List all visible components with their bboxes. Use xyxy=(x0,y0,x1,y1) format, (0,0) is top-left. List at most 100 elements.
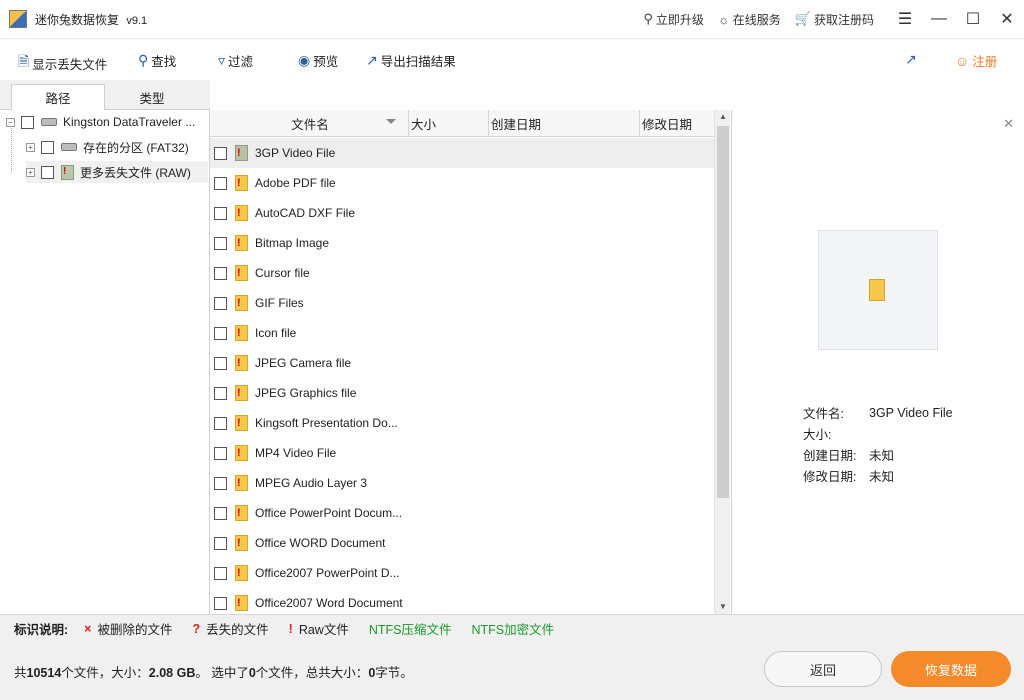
row-checkbox[interactable] xyxy=(214,296,227,310)
column-modified-label: 修改日期 xyxy=(642,118,693,132)
table-row[interactable]: MPEG Audio Layer 3 xyxy=(210,468,714,498)
table-row[interactable]: JPEG Graphics file xyxy=(210,378,714,408)
preview-button[interactable]: ◉ 预览 xyxy=(298,51,338,70)
table-row[interactable]: Icon file xyxy=(210,318,714,348)
file-rows: 3GP Video File Adobe PDF file AutoCAD DXF … xyxy=(210,138,714,614)
expand-icon[interactable]: + xyxy=(26,142,35,152)
table-row[interactable]: AutoCAD DXF File xyxy=(210,198,714,228)
export-button[interactable]: ↗ 导出扫描结果 xyxy=(366,51,456,70)
file-name: Adobe PDF file xyxy=(255,176,336,190)
row-checkbox[interactable] xyxy=(214,266,227,280)
table-row[interactable]: Office PowerPoint Docum... xyxy=(210,498,714,528)
raw-file-icon xyxy=(235,265,248,281)
document-icon: 🗎 xyxy=(18,53,30,69)
file-name: Office2007 PowerPoint D... xyxy=(255,566,400,580)
row-checkbox[interactable] xyxy=(214,206,227,220)
scroll-down-icon[interactable]: ▼ xyxy=(715,600,731,614)
table-row[interactable]: MP4 Video File xyxy=(210,438,714,468)
row-checkbox[interactable] xyxy=(214,326,227,340)
table-row[interactable]: GIF Files xyxy=(210,288,714,318)
legend-bar: 标识说明: × 被删除的文件 ? 丢失的文件 ! Raw文件 NTFS压缩文件 … xyxy=(0,614,1024,642)
status-selected-count: 0 xyxy=(248,665,256,680)
row-checkbox[interactable] xyxy=(214,536,227,550)
register-button[interactable]: ☺ 注册 xyxy=(955,51,997,70)
row-checkbox[interactable] xyxy=(214,416,227,430)
get-code-link[interactable]: 🛒 获取注册码 xyxy=(795,11,874,28)
find-label: 查找 xyxy=(151,55,177,69)
preview-thumbnail xyxy=(818,230,938,350)
file-name: Kingsoft Presentation Do... xyxy=(255,416,398,430)
export-label: 导出扫描结果 xyxy=(380,55,456,69)
tab-path[interactable]: 路径 xyxy=(11,84,105,111)
table-row[interactable]: Cursor file xyxy=(210,258,714,288)
tree-root-checkbox[interactable] xyxy=(21,115,34,129)
row-checkbox[interactable] xyxy=(214,176,227,190)
table-row[interactable]: Office2007 PowerPoint D... xyxy=(210,558,714,588)
file-name: Icon file xyxy=(255,326,297,340)
share-button[interactable]: ↗ xyxy=(905,51,920,68)
legend-lost: ? 丢失的文件 xyxy=(193,619,269,638)
filter-button[interactable]: ▿ 过滤 xyxy=(218,51,253,70)
show-lost-files-button[interactable]: 🗎 显示丢失文件 xyxy=(18,51,107,75)
legend-ntfs-encrypted: NTFS加密文件 xyxy=(471,619,554,638)
vertical-scrollbar[interactable]: ▲ ▼ xyxy=(714,110,730,614)
column-name[interactable]: 文件名 xyxy=(210,110,409,137)
column-size[interactable]: 大小 xyxy=(409,110,489,137)
row-checkbox[interactable] xyxy=(214,596,227,610)
close-icon[interactable]: ✕ xyxy=(990,0,1024,38)
file-name: MP4 Video File xyxy=(255,446,337,460)
minimize-icon[interactable]: — xyxy=(922,0,956,38)
online-service-link[interactable]: ☼ 在线服务 xyxy=(718,11,781,28)
back-button[interactable]: 返回 xyxy=(764,651,882,687)
tree-root[interactable]: − Kingston DataTraveler ... xyxy=(6,111,195,133)
recover-button[interactable]: 恢复数据 xyxy=(891,651,1011,687)
status-suffix: 字节。 xyxy=(375,665,413,680)
table-row[interactable]: JPEG Camera file xyxy=(210,348,714,378)
eye-icon: ◉ xyxy=(298,52,311,68)
list-header: 文件名 大小 创建日期 修改日期 xyxy=(210,110,714,137)
table-row[interactable]: 3GP Video File xyxy=(210,138,714,168)
share-icon: ↗ xyxy=(905,51,917,67)
tree-item-raw-checkbox[interactable] xyxy=(41,165,54,179)
maximize-icon[interactable]: ☐ xyxy=(956,0,990,38)
collapse-icon[interactable]: − xyxy=(6,117,15,127)
row-checkbox[interactable] xyxy=(214,386,227,400)
row-checkbox[interactable] xyxy=(214,356,227,370)
preview-filename-label: 文件名: xyxy=(803,407,844,421)
upgrade-link[interactable]: ⚲ 立即升级 xyxy=(643,11,704,28)
row-checkbox[interactable] xyxy=(214,476,227,490)
table-row[interactable]: Kingsoft Presentation Do... xyxy=(210,408,714,438)
column-name-label: 文件名 xyxy=(291,118,329,132)
tab-bar: 路径 类型 xyxy=(0,80,210,111)
headset-icon: ☼ xyxy=(717,11,730,27)
raw-file-icon xyxy=(235,175,248,191)
tree-item-fat32[interactable]: + 存在的分区 (FAT32) xyxy=(26,136,189,158)
scroll-thumb[interactable] xyxy=(717,126,729,498)
raw-file-icon xyxy=(235,295,248,311)
row-checkbox[interactable] xyxy=(214,506,227,520)
preview-close-icon[interactable]: ✕ xyxy=(1003,116,1014,132)
row-checkbox[interactable] xyxy=(214,566,227,580)
row-checkbox[interactable] xyxy=(214,446,227,460)
expand-icon[interactable]: + xyxy=(26,167,35,177)
legend-ntfs-compressed-label: NTFS压缩文件 xyxy=(368,623,452,637)
table-row[interactable]: Office WORD Document xyxy=(210,528,714,558)
menu-icon[interactable]: ☰ xyxy=(888,0,922,38)
tree-item-fat32-checkbox[interactable] xyxy=(41,140,54,154)
raw-file-icon xyxy=(235,565,248,581)
tree-line xyxy=(11,128,12,173)
row-checkbox[interactable] xyxy=(214,146,227,160)
table-row[interactable]: Office2007 Word Document xyxy=(210,588,714,614)
tree-item-raw[interactable]: + 更多丢失文件 (RAW) xyxy=(26,161,208,183)
file-name: MPEG Audio Layer 3 xyxy=(255,476,368,490)
preview-modified-label: 修改日期: xyxy=(803,470,857,484)
table-row[interactable]: Adobe PDF file xyxy=(210,168,714,198)
tab-type[interactable]: 类型 xyxy=(105,84,199,110)
column-modified[interactable]: 修改日期 xyxy=(640,110,714,137)
legend-deleted: × 被删除的文件 xyxy=(84,619,172,638)
table-row[interactable]: Bitmap Image xyxy=(210,228,714,258)
scroll-up-icon[interactable]: ▲ xyxy=(715,110,731,124)
row-checkbox[interactable] xyxy=(214,236,227,250)
find-button[interactable]: ⚲ 查找 xyxy=(138,51,176,70)
column-created[interactable]: 创建日期 xyxy=(489,110,640,137)
